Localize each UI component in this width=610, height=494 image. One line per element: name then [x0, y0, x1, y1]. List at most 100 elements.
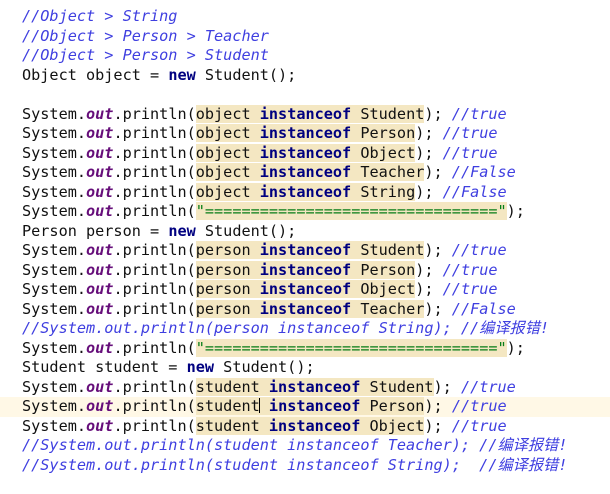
code-token: );: [424, 299, 452, 318]
code-line[interactable]: System.out.println(person instanceof Tea…: [0, 299, 610, 320]
code-token: object: [195, 124, 260, 142]
code-line-content: System.out.println(student instanceof St…: [22, 377, 516, 398]
comment-token: //Object > Person > Teacher: [22, 26, 269, 45]
code-line[interactable]: System.out.println(object instanceof Stu…: [0, 104, 610, 125]
code-line-content: //Object > String: [22, 7, 177, 27]
field-token: out: [86, 338, 114, 357]
keyword-token: instanceof: [259, 260, 352, 279]
code-token: .println(: [113, 104, 196, 123]
code-token: Teacher: [351, 299, 425, 318]
code-token: );: [424, 241, 452, 259]
code-line[interactable]: System.out.println(object instanceof Per…: [0, 124, 610, 144]
code-line[interactable]: System.out.println(object instanceof Obj…: [0, 143, 610, 164]
code-line[interactable]: Student student = new Student();: [0, 358, 610, 378]
code-token: System.: [22, 377, 87, 396]
field-token: out: [86, 280, 114, 298]
code-token: System.: [22, 299, 87, 318]
code-line[interactable]: System.out.println(student instanceof Ob…: [0, 416, 610, 437]
string-token: "================================": [195, 338, 507, 357]
code-token: object: [195, 104, 260, 123]
code-line[interactable]: //Object > Person > Student: [0, 46, 610, 66]
code-line[interactable]: //Object > Person > Teacher: [0, 27, 610, 47]
keyword-token: instanceof: [259, 124, 352, 142]
code-token: );: [415, 260, 443, 279]
comment-token: //true: [451, 104, 507, 123]
comment-token: //Object > Person > Student: [22, 46, 269, 64]
comment-token: //System.out.println(person instanceof S…: [22, 319, 550, 337]
field-token: out: [86, 124, 114, 142]
field-token: out: [86, 104, 114, 123]
code-token: .println(: [113, 280, 196, 298]
code-token: Person: [351, 124, 416, 142]
keyword-token: instanceof: [259, 143, 352, 162]
field-token: out: [86, 163, 114, 181]
code-token: Object: [351, 280, 416, 298]
code-token: Object: [360, 416, 425, 435]
code-line-content: System.out.println("====================…: [22, 202, 525, 222]
comment-token: //System.out.println(student instanceof …: [22, 455, 568, 474]
code-line[interactable]: //System.out.println(person instanceof S…: [0, 319, 610, 339]
code-line[interactable]: Person person = new Student();: [0, 222, 610, 242]
code-line[interactable]: System.out.println(person instanceof Obj…: [0, 280, 610, 300]
field-token: out: [86, 299, 114, 318]
code-token: .println(: [113, 416, 196, 435]
code-token: person: [195, 241, 260, 259]
code-token: Person: [360, 397, 425, 415]
code-token: System.: [22, 124, 87, 142]
code-token: .println(: [113, 163, 196, 181]
code-token: .println(: [113, 397, 196, 415]
code-line[interactable]: //Object > String: [0, 7, 610, 27]
code-line[interactable]: Object object = new Student();: [0, 66, 610, 86]
comment-token: //Object > String: [22, 7, 178, 25]
code-token: );: [415, 143, 443, 162]
code-token: System.: [22, 182, 87, 201]
comment-token: //System.out.println(student instanceof …: [22, 436, 568, 454]
field-token: out: [86, 377, 114, 396]
code-line[interactable]: System.out.println(object instanceof Str…: [0, 182, 610, 203]
field-token: out: [86, 202, 114, 220]
code-line[interactable]: System.out.println(object instanceof Tea…: [0, 163, 610, 183]
field-token: out: [86, 182, 114, 201]
code-editor[interactable]: //Object > String//Object > Person > Tea…: [0, 0, 610, 494]
code-token: .println(: [113, 241, 196, 259]
code-token: .println(: [113, 338, 196, 357]
code-token: Person person =: [22, 221, 169, 240]
code-token: Teacher: [351, 163, 425, 181]
comment-token: //true: [442, 260, 498, 279]
code-token: [259, 397, 269, 415]
code-line[interactable]: System.out.println(person instanceof Stu…: [0, 241, 610, 261]
code-token: person: [195, 260, 260, 279]
keyword-token: instanceof: [259, 299, 352, 318]
field-token: out: [86, 397, 114, 415]
keyword-token: new: [186, 358, 215, 376]
keyword-token: instanceof: [268, 416, 361, 435]
code-line[interactable]: System.out.println("====================…: [0, 338, 610, 359]
code-token: student: [195, 397, 260, 415]
code-token: System.: [22, 143, 87, 162]
code-line[interactable]: System.out.println(person instanceof Per…: [0, 260, 610, 281]
code-token: .println(: [113, 377, 196, 396]
code-line-content: System.out.println(student instanceof Ob…: [22, 416, 507, 437]
code-line[interactable]: System.out.println(student instanceof St…: [0, 377, 610, 398]
code-token: String: [351, 182, 416, 201]
code-line[interactable]: System.out.println("====================…: [0, 202, 610, 222]
code-line[interactable]: [0, 85, 610, 105]
code-line-content: //System.out.println(person instanceof S…: [22, 319, 549, 339]
code-token: .println(: [113, 143, 196, 162]
code-token: System.: [22, 163, 87, 181]
code-token: .println(: [113, 299, 196, 318]
code-token: System.: [22, 260, 87, 279]
code-token: System.: [22, 397, 87, 415]
code-token: Student: [351, 104, 425, 123]
code-line-current[interactable]: System.out.println(student instanceof Pe…: [0, 397, 610, 417]
code-token: Object: [351, 143, 416, 162]
comment-token: //False: [451, 299, 516, 318]
code-token: System.: [22, 338, 87, 357]
code-line[interactable]: //System.out.println(student instanceof …: [0, 436, 610, 456]
code-line-content: //Object > Person > Teacher: [22, 27, 269, 47]
keyword-token: instanceof: [259, 104, 352, 123]
code-line[interactable]: //System.out.println(student instanceof …: [0, 456, 610, 476]
code-token: .println(: [113, 124, 196, 142]
code-token: student: [195, 416, 269, 435]
code-line-content: System.out.println(person instanceof Obj…: [22, 280, 498, 300]
